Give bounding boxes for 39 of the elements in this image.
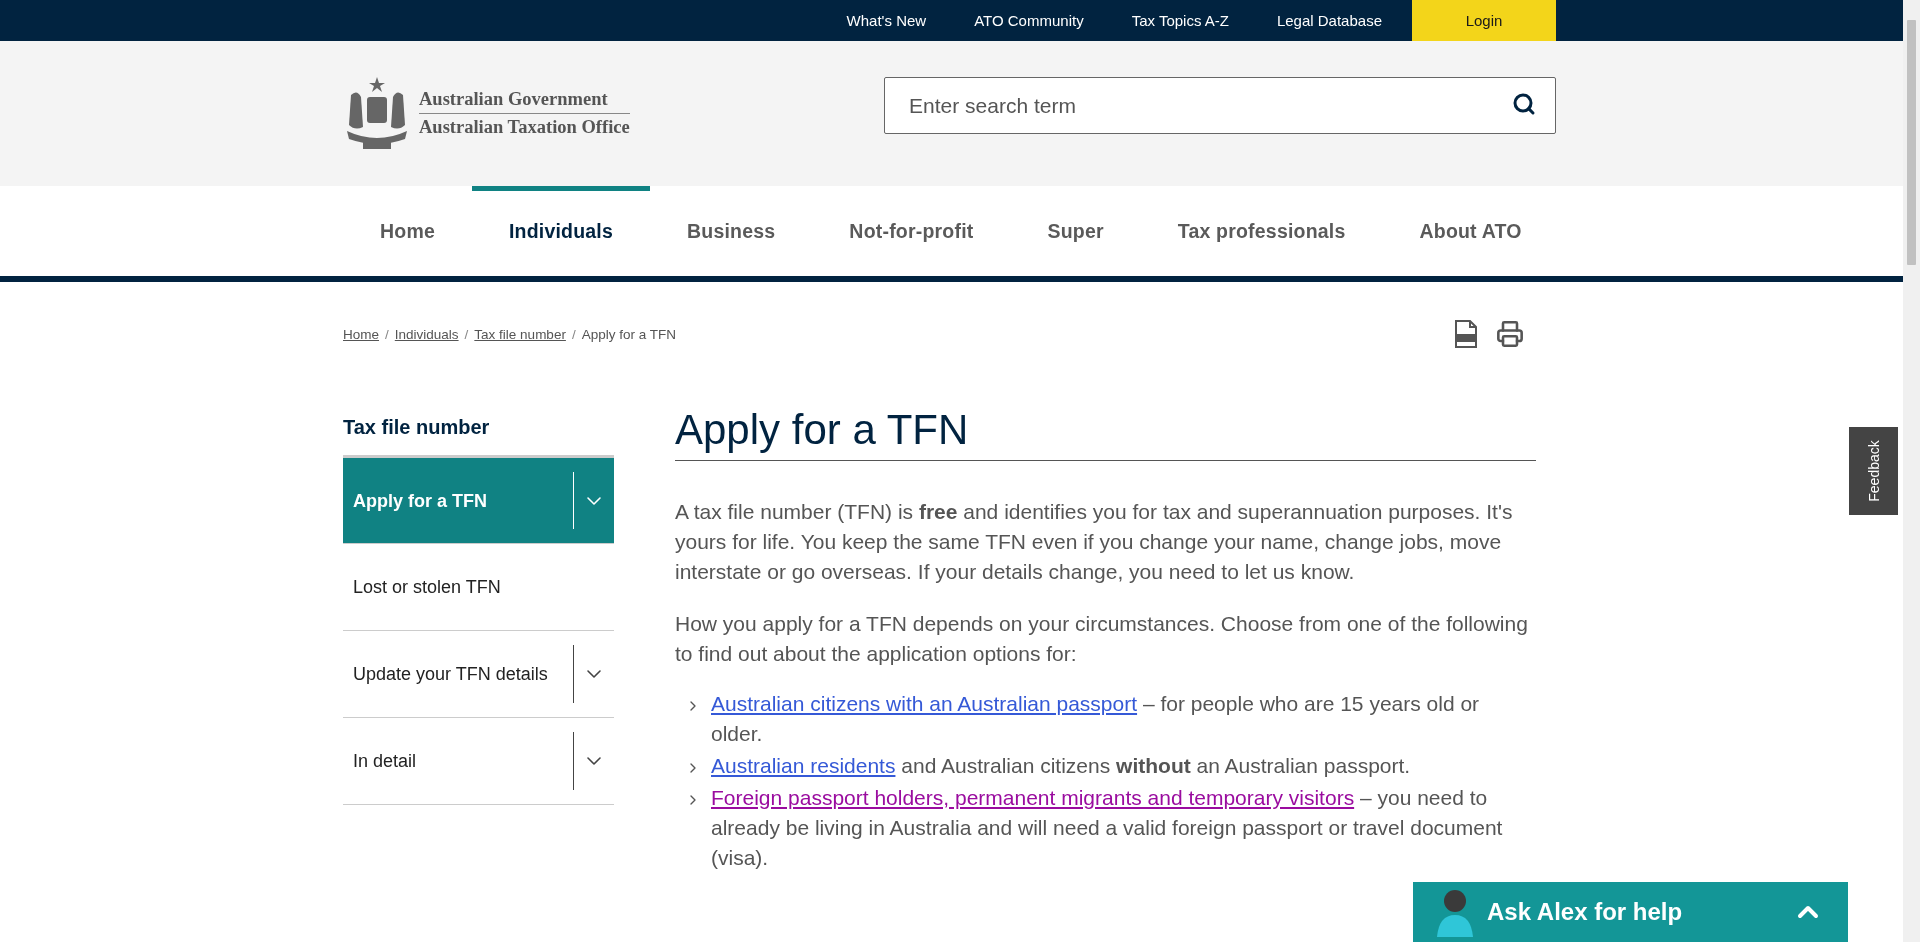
breadcrumb-separator: /: [464, 326, 469, 342]
sidebar-item[interactable]: Apply for a TFN: [343, 455, 614, 544]
nav-tab[interactable]: Tax professionals: [1140, 186, 1383, 276]
nav-tab[interactable]: About ATO: [1382, 186, 1559, 276]
nav-tab[interactable]: Not-for-profit: [812, 186, 1011, 276]
logo-text: Australian Government: [419, 88, 609, 111]
breadcrumb-current: Apply for a TFN: [581, 326, 676, 342]
login-button[interactable]: Login: [1412, 0, 1556, 41]
scrollbar[interactable]: [1903, 0, 1920, 942]
option-link[interactable]: Foreign passport holders, permanent migrants and temporary visitors: [711, 786, 1355, 809]
chat-button[interactable]: Ask Alex for help: [1413, 882, 1848, 942]
pdf-file-icon[interactable]: [1454, 320, 1478, 348]
nav-tab[interactable]: Super: [1010, 186, 1141, 276]
print-icon[interactable]: [1496, 320, 1524, 348]
list-item-text: Foreign passport holders, permanent migrants and temporary visitors – you need to already be living in Australia and will need a valid foreign passport or travel document (visa).: [711, 785, 1504, 871]
search-icon[interactable]: [1512, 92, 1536, 116]
top-link[interactable]: What's New: [822, 0, 951, 41]
breadcrumb-separator: /: [385, 326, 389, 342]
nav-tab[interactable]: Home: [343, 186, 472, 276]
option-link[interactable]: Australian residents: [711, 754, 896, 777]
search-field[interactable]: Enter search term: [884, 77, 1556, 134]
list-item-text: Australian citizens with an Australian passport – for people who are 15 years old or older.: [711, 691, 1481, 747]
nav-tab[interactable]: Individuals: [472, 186, 651, 276]
sidebar-title: Tax file number: [343, 416, 491, 439]
nav-tab[interactable]: Business: [650, 186, 813, 276]
breadcrumb-separator: /: [571, 326, 576, 342]
body-paragraph: A tax file number (TFN) is free and identifies you for tax and superannuation purposes. It's yours for life. You keep the same TFN even if you change your name, change jobs, move interstate or go overseas. If your details change, you need to let us know.: [675, 499, 1514, 585]
feedback-tab[interactable]: Feedback: [1849, 427, 1898, 515]
list-item-text: Australian residents and Australian citizens without an Australian passport.: [711, 753, 1411, 779]
top-link[interactable]: Legal Database: [1252, 0, 1406, 41]
top-link[interactable]: ATO Community: [950, 0, 1108, 41]
breadcrumb-link[interactable]: Tax file number: [474, 326, 566, 342]
top-link[interactable]: Tax Topics A-Z: [1107, 0, 1253, 41]
breadcrumb-link[interactable]: Individuals: [394, 326, 459, 342]
logo-text: Australian Taxation Office: [419, 116, 630, 139]
page-title: Apply for a TFN: [675, 406, 1536, 461]
option-link[interactable]: Australian citizens with an Australian passport: [711, 692, 1138, 715]
breadcrumb-link[interactable]: Home: [343, 326, 379, 342]
body-paragraph: How you apply for a TFN depends on your circumstances. Choose from one of the following to find out about the application options for:: [675, 611, 1529, 667]
